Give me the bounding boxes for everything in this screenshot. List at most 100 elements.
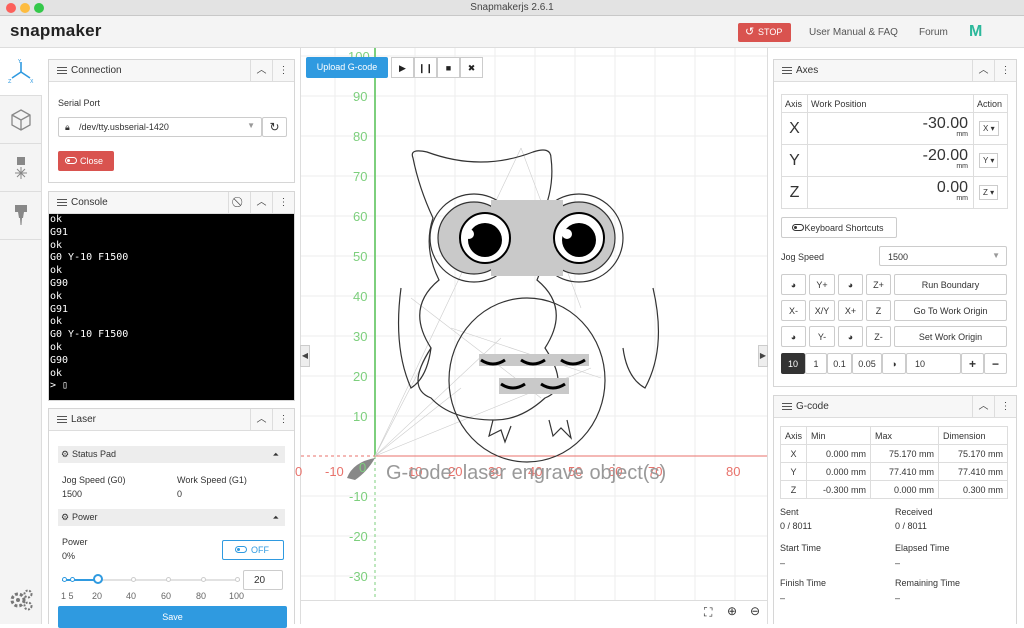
axis-action-dropdown[interactable]: X ▾ (979, 121, 999, 136)
stop-button[interactable]: ↺ STOP (738, 23, 791, 42)
move-zplus-button[interactable]: Z+ (866, 274, 891, 295)
move-xplus-yplus-button[interactable]: ◕ (838, 274, 863, 295)
run-boundary-button[interactable]: Run Boundary (894, 274, 1007, 295)
refresh-ports-button[interactable]: ↻ (262, 117, 287, 137)
more-options-icon[interactable]: ⋮ (272, 192, 294, 213)
axis-action-dropdown[interactable]: Y ▾ (979, 153, 999, 168)
jog-speed-select[interactable]: 1500 ▼ (879, 246, 1007, 266)
snapmaker-logo: snapmaker (10, 21, 102, 40)
axis-action-dropdown[interactable]: Z ▾ (979, 185, 999, 200)
3dp-nav-button[interactable] (0, 96, 42, 144)
keyboard-shortcuts-button[interactable]: Keyboard Shortcuts (781, 217, 897, 238)
menu-icon[interactable] (782, 403, 792, 412)
collapse-icon: ⏶ (272, 450, 279, 459)
visualizer-canvas[interactable]: 100 90 80 70 60 50 40 30 20 10 0 -10 -20… (295, 48, 768, 624)
move-yminus-button[interactable]: Y- (809, 326, 835, 347)
slider-dot (70, 577, 75, 582)
console-output[interactable]: ok G91 ok G0 Y-10 F1500 ok G90 ok G91 ok… (49, 214, 294, 400)
elapsed-time-value: – (895, 558, 901, 568)
custom-step-toggle[interactable]: ◑ (882, 353, 906, 374)
workspace-nav-button[interactable]: YZX (0, 48, 42, 96)
collapse-chevron-up-icon[interactable]: ︿ (250, 409, 272, 430)
step-0.1-button[interactable]: 0.1 (827, 353, 852, 374)
save-button[interactable]: Save (58, 606, 287, 628)
table-row: Y 0.000 mm 77.410 mm 77.410 mm (779, 462, 1008, 481)
custom-step-input[interactable]: 10 (906, 353, 961, 374)
decrease-step-button[interactable]: − (984, 353, 1007, 374)
zoom-in-icon[interactable]: ⊕ (727, 604, 737, 618)
collapse-chevron-up-icon[interactable]: ︿ (250, 60, 272, 81)
collapse-chevron-up-icon[interactable]: ︿ (250, 192, 272, 213)
laser-nav-button[interactable] (0, 144, 42, 192)
gear-icon: ⚙ (61, 449, 70, 459)
cnc-nav-button[interactable] (0, 192, 42, 240)
table-cell: 77.410 mm (870, 462, 940, 481)
gcode-header: Axis (779, 426, 808, 445)
more-options-icon[interactable]: ⋮ (272, 409, 294, 430)
play-icon[interactable]: ▶ (391, 57, 414, 78)
power-input[interactable]: 20 (243, 570, 283, 590)
jog-speed-value: 1500 (888, 252, 909, 262)
fit-view-icon[interactable]: ⛶ (704, 605, 712, 620)
power-header[interactable]: ⚙ Power ⏶ (58, 509, 285, 526)
table-cell: 0.300 mm (938, 480, 1008, 499)
collapse-left-chevron-icon[interactable]: ◀ (300, 345, 310, 367)
move-xminus-button[interactable]: X- (781, 300, 806, 321)
menu-icon[interactable] (782, 67, 792, 76)
more-options-icon[interactable]: ⋮ (994, 396, 1016, 417)
move-xminus-yminus-button[interactable]: ◕ (781, 326, 806, 347)
collapse-right-chevron-icon[interactable]: ▶ (758, 345, 768, 367)
slider-handle[interactable] (93, 574, 103, 584)
close-icon[interactable]: ✖ (460, 57, 483, 78)
table-cell: Z (779, 480, 808, 499)
table-cell: 0.000 mm (806, 444, 872, 463)
gear-icon: ⚙ (61, 512, 70, 522)
upload-gcode-button[interactable]: Upload G-code (306, 57, 388, 78)
stop-icon[interactable]: ■ (437, 57, 460, 78)
collapse-chevron-up-icon[interactable]: ︿ (972, 396, 994, 417)
close-connection-button[interactable]: Close (58, 151, 114, 171)
axis-value: 0.00 (936, 178, 968, 196)
menu-icon[interactable] (57, 67, 67, 76)
settings-gear-icon[interactable] (8, 586, 34, 612)
menu-icon[interactable] (57, 416, 67, 425)
m-logo-icon[interactable]: M (969, 23, 982, 41)
power-slider[interactable] (62, 574, 240, 585)
move-xplus-button[interactable]: X+ (838, 300, 863, 321)
move-xy-origin-button[interactable]: X/Y (809, 300, 835, 321)
console-line: G91 (50, 303, 69, 315)
step-0.05-button[interactable]: 0.05 (852, 353, 882, 374)
forum-link[interactable]: Forum (919, 27, 948, 38)
move-z-origin-button[interactable]: Z (866, 300, 891, 321)
menu-icon[interactable] (57, 199, 67, 208)
collapse-chevron-up-icon[interactable]: ︿ (972, 60, 994, 81)
serial-port-select[interactable]: 🔒︎ /dev/tty.usbserial-1420 ▼ (58, 117, 262, 137)
move-xminus-yplus-button[interactable]: ◕ (781, 274, 806, 295)
more-options-icon[interactable]: ⋮ (994, 60, 1016, 81)
more-options-icon[interactable]: ⋮ (272, 60, 294, 81)
close-label: Close (80, 156, 104, 166)
move-zminus-button[interactable]: Z- (866, 326, 891, 347)
action-header: Action (973, 94, 1008, 113)
go-to-work-origin-button[interactable]: Go To Work Origin (894, 300, 1007, 321)
move-xplus-yminus-button[interactable]: ◕ (838, 326, 863, 347)
remaining-time-label: Remaining Time (895, 578, 961, 588)
step-1-button[interactable]: 1 (805, 353, 827, 374)
step-10-button[interactable]: 10 (781, 353, 805, 374)
status-pad-header[interactable]: ⚙ Status Pad ⏶ (58, 446, 285, 463)
move-yplus-button[interactable]: Y+ (809, 274, 835, 295)
console-title: Console (71, 197, 108, 208)
console-line: G90 (50, 354, 69, 366)
laser-off-toggle[interactable]: OFF (222, 540, 284, 560)
power-label: Power (62, 537, 88, 547)
pause-icon[interactable]: ❙❙ (414, 57, 437, 78)
clear-console-icon[interactable]: ⃠ (228, 192, 250, 213)
set-work-origin-button[interactable]: Set Work Origin (894, 326, 1007, 347)
slider-tick: 20 (92, 591, 103, 601)
console-prompt[interactable]: > ▯ (50, 380, 293, 393)
zoom-out-icon[interactable]: ⊖ (750, 604, 760, 618)
console-line: ok (50, 265, 63, 277)
increase-step-button[interactable]: + (961, 353, 984, 374)
finish-time-value: – (780, 593, 786, 603)
manual-link[interactable]: User Manual & FAQ (809, 27, 898, 38)
